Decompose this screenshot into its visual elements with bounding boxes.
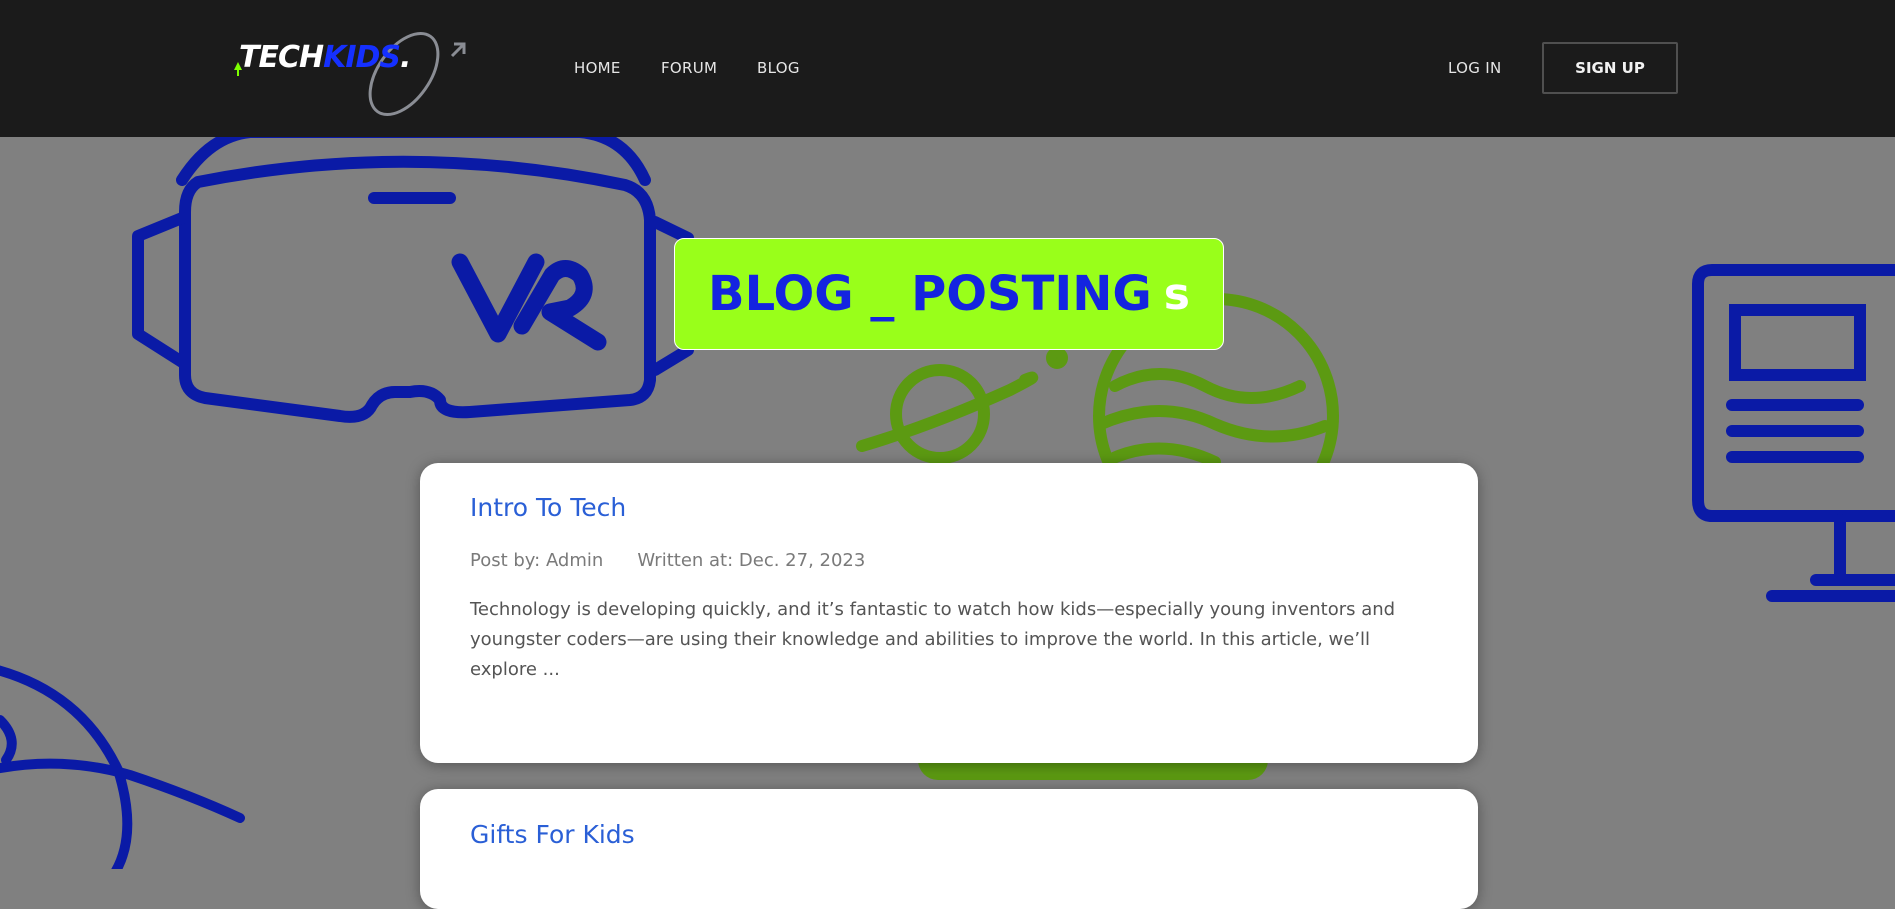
scribble-icon bbox=[0, 665, 245, 869]
computer-monitor-icon bbox=[1692, 264, 1895, 602]
techkids-logo[interactable]: TECHKIDS. bbox=[230, 24, 470, 119]
nav-home-link[interactable]: HOME bbox=[574, 59, 621, 77]
post-author: Post by: Admin bbox=[470, 550, 604, 571]
page-title: BLOG _ POSTING bbox=[707, 266, 1152, 322]
login-link[interactable]: LOG IN bbox=[1448, 59, 1501, 77]
post-excerpt: Technology is developing quickly, and it… bbox=[470, 599, 1396, 680]
page-title-badge: BLOG _ POSTING s bbox=[674, 238, 1224, 350]
post-title-link[interactable]: Intro To Tech bbox=[470, 493, 626, 522]
nav-forum-link[interactable]: FORUM bbox=[661, 59, 717, 77]
signup-button[interactable]: SIGN UP bbox=[1542, 42, 1678, 94]
logo-wordmark: TECHKIDS. bbox=[239, 40, 411, 75]
blog-post-card: Intro To Tech Post by: Admin Written at: … bbox=[420, 463, 1478, 763]
nav-blog-link[interactable]: BLOG bbox=[757, 59, 800, 77]
blog-post-card: Gifts For Kids bbox=[420, 789, 1478, 909]
logo-kids-text: KIDS bbox=[323, 40, 401, 75]
logo-dot-text: . bbox=[400, 40, 411, 75]
vr-headset-icon bbox=[132, 137, 694, 423]
page-title-suffix: s bbox=[1163, 268, 1190, 320]
vr-letters-icon bbox=[451, 253, 607, 351]
post-date: Written at: Dec. 27, 2023 bbox=[637, 550, 866, 571]
post-title-link[interactable]: Gifts For Kids bbox=[470, 820, 635, 849]
logo-tech-text: TECH bbox=[239, 40, 324, 75]
top-navbar: TECHKIDS. HOME FORUM BLOG LOG IN SIGN UP bbox=[0, 0, 1895, 137]
post-meta: Post by: Admin Written at: Dec. 27, 2023 bbox=[470, 550, 1428, 571]
